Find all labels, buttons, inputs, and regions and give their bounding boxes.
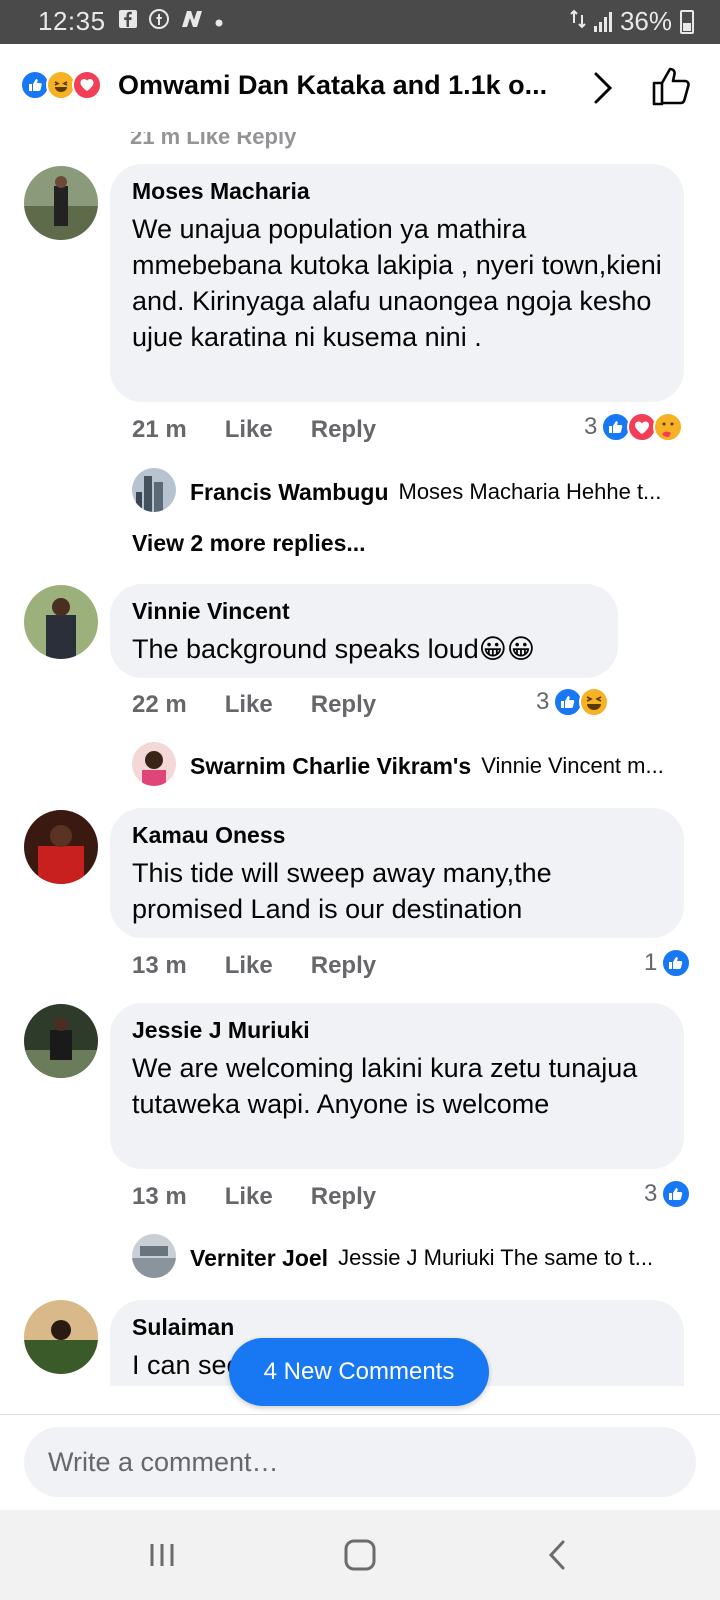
- comment-author[interactable]: Sulaiman: [132, 1314, 662, 1341]
- reply-button[interactable]: Reply: [311, 952, 376, 980]
- comment-actions: 13 m Like Reply: [132, 1183, 376, 1211]
- battery-icon: [680, 9, 694, 34]
- reply-button[interactable]: Reply: [311, 691, 376, 719]
- facebook-notification-icon: [118, 9, 138, 35]
- status-time: 12:35: [38, 6, 106, 36]
- reaction-count[interactable]: 3: [584, 412, 684, 442]
- status-bar: 12:35 36%: [0, 0, 720, 44]
- avatar[interactable]: [24, 585, 98, 659]
- status-right: 36%: [570, 6, 694, 37]
- notification-icons: [118, 8, 224, 36]
- reply-preview[interactable]: Swarnim Charlie Vikram's Vinnie Vincent …: [132, 746, 702, 786]
- love-reaction-icon: [72, 70, 102, 100]
- comment-bubble[interactable]: Kamau Oness This tide will sweep away ma…: [110, 808, 684, 938]
- reply-text: Jessie J Muriuki The same to t...: [338, 1245, 654, 1270]
- reaction-count-number: 3: [644, 1180, 658, 1207]
- view-more-replies-link[interactable]: View 2 more replies...: [132, 530, 366, 557]
- comment-bubble[interactable]: Jessie J Muriuki We are welcoming lakini…: [110, 1003, 684, 1169]
- comment-time: 13 m: [132, 1183, 187, 1210]
- comment-author[interactable]: Vinnie Vincent: [132, 598, 596, 625]
- chevron-right-icon[interactable]: [590, 68, 618, 113]
- avatar[interactable]: [24, 1300, 98, 1374]
- reactions-header[interactable]: Omwami Dan Kataka and 1.1k o...: [0, 44, 720, 132]
- comment-text: We are welcoming lakini kura zetu tunaju…: [132, 1053, 638, 1119]
- battery-percent: 36%: [619, 6, 672, 36]
- reaction-summary[interactable]: [20, 70, 102, 100]
- signal-icon: [593, 11, 612, 32]
- comment-time: 22 m: [132, 691, 187, 718]
- reply-preview[interactable]: Francis Wambugu Moses Macharia Hehhe t..…: [132, 472, 702, 512]
- reaction-count[interactable]: 3: [644, 1179, 692, 1209]
- messenger-notification-icon: [148, 8, 170, 36]
- comment-text: The background speaks loud😀😀: [132, 634, 536, 664]
- like-button[interactable]: Like: [225, 691, 273, 719]
- like-reaction-icon: [661, 1179, 692, 1209]
- comment-input[interactable]: Write a comment…: [24, 1427, 696, 1497]
- comments-feed[interactable]: 21 m Like Reply Moses Macharia We unajua…: [0, 44, 720, 1386]
- like-reaction-icon: [661, 948, 692, 978]
- comment-author[interactable]: Kamau Oness: [132, 822, 662, 849]
- reply-author[interactable]: Verniter Joel: [190, 1245, 328, 1272]
- like-button[interactable]: Like: [225, 952, 273, 980]
- reply-button[interactable]: Reply: [311, 416, 376, 444]
- reply-author[interactable]: Francis Wambugu: [190, 479, 389, 506]
- comment-bubble[interactable]: Vinnie Vincent The background speaks lou…: [110, 584, 618, 678]
- like-button[interactable]: Like: [225, 1183, 273, 1211]
- comment-composer: Write a comment…: [0, 1414, 720, 1500]
- reply-text: Vinnie Vincent m...: [481, 753, 664, 778]
- comment-bubble[interactable]: Moses Macharia We unajua population ya m…: [110, 164, 684, 402]
- comment-text: We unajua population ya mathira mmebeban…: [132, 214, 662, 352]
- reply-button[interactable]: Reply: [311, 1183, 376, 1211]
- data-arrows-icon: [570, 6, 586, 37]
- like-button[interactable]: Like: [225, 416, 273, 444]
- comment-author[interactable]: Jessie J Muriuki: [132, 1017, 662, 1044]
- reply-preview[interactable]: Verniter Joel Jessie J Muriuki The same …: [132, 1238, 702, 1278]
- home-icon[interactable]: [330, 1532, 390, 1578]
- avatar[interactable]: [24, 166, 98, 240]
- comment-time: 13 m: [132, 952, 187, 979]
- news-notification-icon: [180, 9, 204, 35]
- recents-icon[interactable]: [132, 1532, 192, 1578]
- avatar[interactable]: [24, 1004, 98, 1078]
- reply-text: Moses Macharia Hehhe t...: [398, 479, 662, 504]
- care-reaction-icon: [653, 412, 684, 442]
- avatar[interactable]: [24, 810, 98, 884]
- thumbs-up-outline-icon[interactable]: [650, 64, 694, 113]
- reaction-count-number: 1: [644, 949, 658, 976]
- system-navigation-bar: [0, 1510, 720, 1600]
- comment-actions: 21 m Like Reply: [132, 416, 376, 444]
- comment-text: This tide will sweep away many,the promi…: [132, 858, 552, 924]
- comment-author[interactable]: Moses Macharia: [132, 178, 662, 205]
- comment-actions: 22 m Like Reply: [132, 691, 376, 719]
- reaction-count[interactable]: 3: [536, 687, 610, 717]
- reaction-count-number: 3: [536, 688, 550, 715]
- haha-reaction-icon: [579, 687, 610, 717]
- new-comments-button[interactable]: 4 New Comments: [229, 1338, 489, 1406]
- comment-actions: 13 m Like Reply: [132, 952, 376, 980]
- back-icon[interactable]: [528, 1532, 588, 1578]
- reaction-count[interactable]: 1: [644, 948, 692, 978]
- reply-author[interactable]: Swarnim Charlie Vikram's: [190, 753, 471, 780]
- comment-time: 21 m: [132, 416, 187, 443]
- dot-icon: [214, 11, 224, 34]
- reaction-count-number: 3: [584, 413, 598, 440]
- comments-sheet: Omwami Dan Kataka and 1.1k o... 21 m Lik…: [0, 44, 720, 1500]
- reactions-title[interactable]: Omwami Dan Kataka and 1.1k o...: [118, 70, 558, 101]
